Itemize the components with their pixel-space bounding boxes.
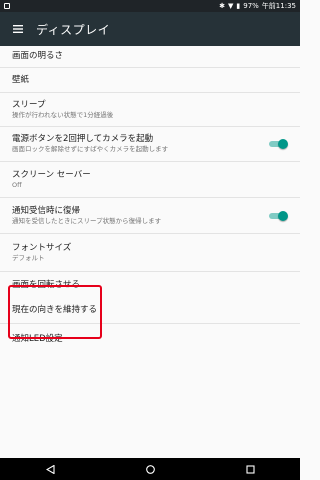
wake-toggle[interactable] [268, 210, 288, 222]
setting-title: スリープ [12, 99, 46, 110]
home-icon[interactable] [135, 458, 165, 480]
clock: 午前11:35 [261, 2, 296, 10]
bluetooth-icon: ✱ [219, 1, 225, 10]
setting-screen-saver[interactable]: スクリーン セーバー Off [0, 162, 300, 198]
notification-icon [4, 3, 10, 9]
battery-icon: ▮ [236, 1, 241, 10]
setting-subtitle: 画面ロックを解除せずにすばやくカメラを起動します [12, 145, 169, 153]
setting-title: スクリーン セーバー [12, 169, 91, 180]
page-title: ディスプレイ [36, 22, 111, 37]
status-bar: ✱ ▼ ▮ 97% 午前11:35 [0, 0, 300, 12]
setting-title: 画面の明るさ [12, 51, 64, 61]
setting-subtitle: Off [12, 180, 22, 189]
setting-title: 電源ボタンを2回押してカメラを起動 [12, 134, 154, 144]
setting-wake-on-notification[interactable]: 通知受信時に復帰 通知を受信したときにスリープ状態から復帰します [0, 198, 300, 234]
back-icon[interactable] [35, 458, 65, 480]
hamburger-menu-icon[interactable] [0, 25, 36, 33]
setting-subtitle: デフォルト [12, 253, 45, 262]
setting-title: 壁紙 [12, 74, 30, 85]
setting-wallpaper[interactable]: 壁紙 [0, 68, 300, 93]
setting-brightness[interactable]: 画面の明るさ [0, 46, 300, 68]
setting-font-size[interactable]: フォントサイズ デフォルト [0, 234, 300, 272]
setting-subtitle: 操作が行われない状態で1分経過後 [12, 110, 114, 119]
recents-icon[interactable] [235, 458, 265, 480]
highlight-box [8, 285, 102, 339]
nav-bar [0, 458, 300, 480]
camera-toggle[interactable] [268, 138, 288, 150]
setting-sleep[interactable]: スリープ 操作が行われない状態で1分経過後 [0, 93, 300, 127]
signal-icon: ▼ [228, 1, 234, 10]
setting-camera-double-press[interactable]: 電源ボタンを2回押してカメラを起動 画面ロックを解除せずにすばやくカメラを起動し… [0, 127, 300, 162]
setting-subtitle: 通知を受信したときにスリープ状態から復帰します [12, 216, 162, 225]
app-bar: ディスプレイ [0, 12, 300, 46]
setting-title: フォントサイズ [12, 242, 72, 253]
setting-title: 通知受信時に復帰 [12, 205, 81, 216]
battery-percent: 97% [243, 2, 259, 10]
